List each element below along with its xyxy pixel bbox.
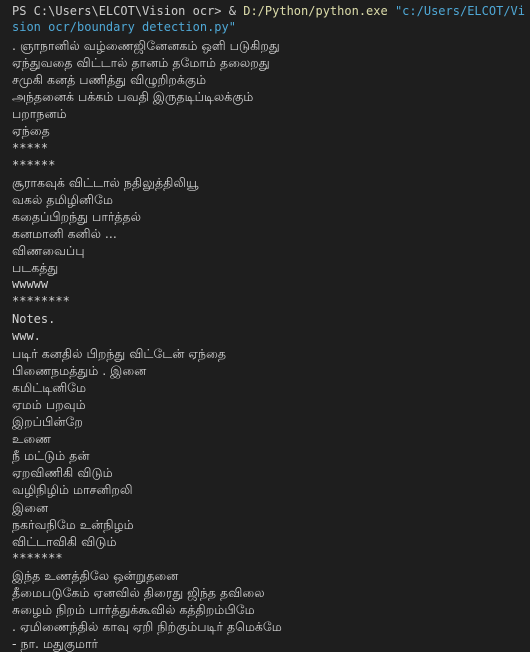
output-line: அந்தனைக் பக்கம் பவதி இருதடிப்டிலக்கும் (12, 89, 254, 105)
output-line: ஏந்தை (12, 123, 50, 139)
output-line: பிணைநமத்தும் . இனை (12, 362, 147, 378)
output-line: ஏமம் பறவும் (12, 396, 86, 412)
output-line: கனமானி கனில் ... (12, 226, 117, 242)
output-line: பறாநனம் (12, 106, 67, 122)
output-line: சமுகி கனத் பணித்து விழுறிறக்கும் (12, 72, 207, 88)
output-line: சுழைம் நிறம் பார்த்துக்கூவில் கத்திறம்பி… (12, 602, 255, 618)
output-line: தீமைபடுகேம் ஏனவில் திரைது ஜிந்த தவிலை (12, 585, 265, 600)
output-line: - நா. மதுகுமார் (12, 636, 99, 652)
output-line: வகல் தமிழினிமே (12, 191, 113, 207)
output-line: ******** (12, 294, 70, 309)
python-executable-path: D:/Python/python.exe (243, 4, 388, 18)
output-line: . ஏமிணைந்தில் காவு ஏறி நிற்கும்படிர் தமெ… (12, 619, 282, 635)
output-line: ******* (12, 550, 63, 565)
output-line: ஏந்துவதை விட்டால் தானம் தமோம் தலைறது (12, 55, 270, 71)
output-line: விணவைப்பு (12, 243, 85, 259)
output-line: வழிநிழிம் மாசனிறலி (12, 482, 133, 498)
output-line: ***** (12, 140, 49, 155)
output-line: படகத்து (12, 260, 59, 276)
program-output: . ஞாநானில் வழ்ணைஜினேனகம் ஒளி படுகிறது ஏந்… (12, 37, 526, 652)
output-line: wwwww (12, 277, 49, 292)
output-line: உணை (12, 431, 52, 447)
command-line: PS C:\Users\ELCOT\Vision ocr> & D:/Pytho… (12, 3, 526, 35)
output-line: ****** (12, 157, 56, 172)
output-line: இறப்பின்றே (12, 414, 83, 430)
output-line: இனை (12, 499, 49, 515)
output-line: . ஞாநானில் வழ்ணைஜினேனகம் ஒளி படுகிறது (12, 38, 280, 53)
terminal-panel[interactable]: PS C:\Users\ELCOT\Vision ocr> & D:/Pytho… (0, 0, 530, 652)
output-line: சூராகவுக் விட்டால் நதிலுத்திலியூ (12, 174, 199, 190)
output-line: நகர்வநிமே உன்நிழம் (12, 516, 134, 532)
output-line: ஏறவிணிகி விடும் (12, 465, 113, 481)
output-line: படிர் கனதில் பிறந்து விட்டேன் ஏந்தை (12, 345, 227, 361)
output-line: நீ மட்டும் தன் (12, 448, 90, 464)
output-line: கதைப்பிறந்து பார்த்தல் (12, 208, 142, 224)
call-operator: & (228, 4, 236, 18)
output-line: கமிட்டினிமே (12, 379, 87, 395)
output-line: விட்டாவிகி விடும் (12, 533, 117, 549)
output-line: Notes. (12, 311, 56, 326)
output-line: இந்த உணத்திலே ஒன்றுதனை (12, 567, 179, 583)
shell-prompt: PS C:\Users\ELCOT\Vision ocr> (12, 4, 222, 18)
output-line: www. (12, 328, 41, 343)
